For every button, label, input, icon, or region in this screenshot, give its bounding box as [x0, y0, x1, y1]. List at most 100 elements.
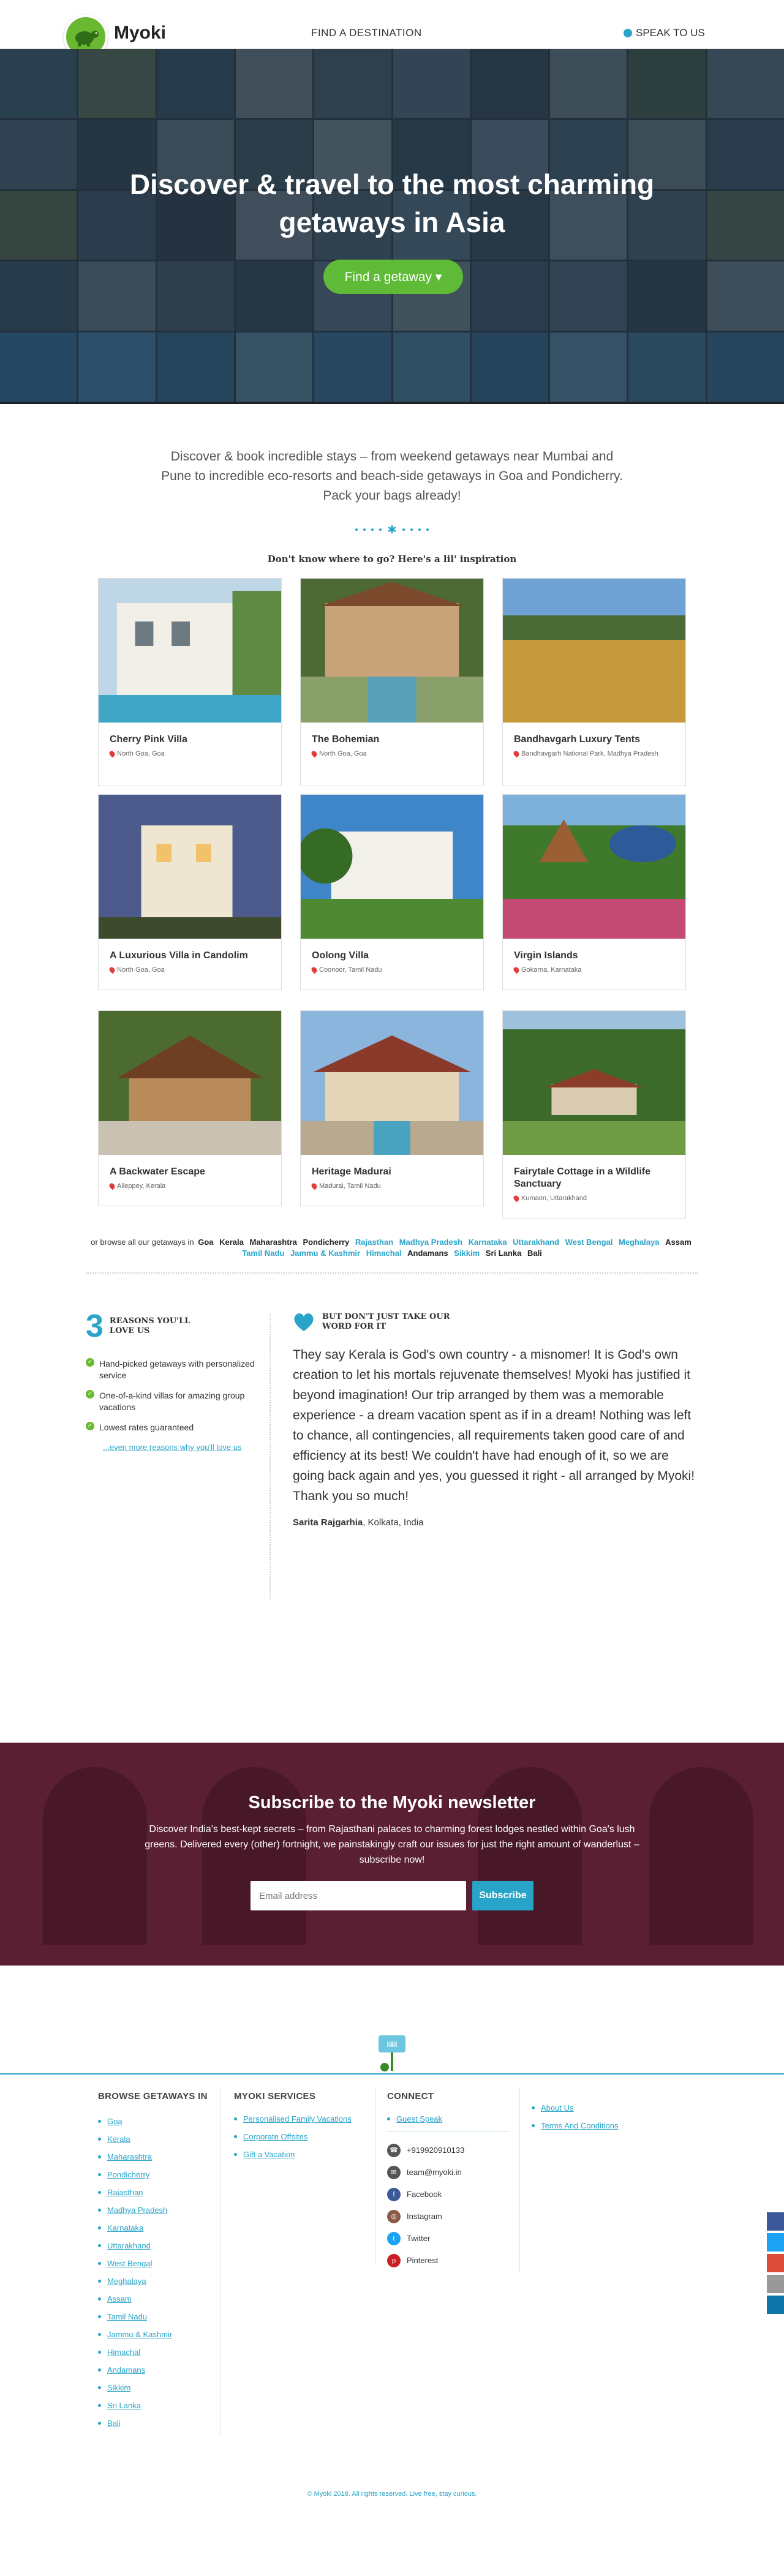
stay-card[interactable]: Heritage Madurai Madurai, Tamil Nadu [300, 1010, 484, 1206]
footer-link[interactable]: Himachal [98, 2343, 208, 2361]
stay-card[interactable]: Fairytale Cottage in a Wildlife Sanctuar… [502, 1010, 686, 1219]
footer-connect-column: CONNECT Guest Speak ☎ +919920910133 ✉ team… [387, 2091, 510, 2272]
stay-location: Gokarna, Karnataka [521, 966, 582, 974]
email-item[interactable]: ✉ team@myoki.in [387, 2161, 510, 2184]
location-pin-icon [310, 749, 318, 758]
linkedin-share-icon[interactable] [767, 2296, 784, 2314]
more-reasons-link[interactable]: ...even more reasons why you'll love us [103, 1442, 257, 1452]
stay-photo [301, 795, 483, 939]
twitter-link[interactable]: t Twitter [387, 2228, 510, 2250]
browse-link-sri-lanka[interactable]: Sri Lanka [486, 1249, 522, 1258]
footer-link[interactable]: Sikkim [98, 2379, 208, 2397]
browse-link-sikkim[interactable]: Sikkim [454, 1249, 480, 1258]
footer-link[interactable]: Bali [98, 2414, 208, 2432]
stays-grid: Cherry Pink Villa North Goa, Goa The Bohe… [98, 578, 686, 1219]
hut-sign-icon: lilil [376, 2033, 410, 2075]
find-getaway-button[interactable]: Find a getaway ▾ [323, 260, 463, 294]
footer-services-title: MYOKI SERVICES [234, 2091, 316, 2101]
browse-link-assam[interactable]: Assam [665, 1237, 692, 1247]
email-field[interactable] [251, 1881, 466, 1910]
browse-link-maharashtra[interactable]: Maharashtra [250, 1237, 297, 1247]
footer-link[interactable]: Personalised Family Vacations [234, 2110, 352, 2128]
check-icon: ✓ [86, 1422, 94, 1430]
footer-link[interactable]: Karnataka [98, 2219, 208, 2237]
location-pin-icon [108, 1182, 116, 1190]
footer-link[interactable]: Pondicherry [98, 2166, 208, 2184]
footer-link[interactable]: Sri Lanka [98, 2397, 208, 2414]
footer-link[interactable]: Jammu & Kashmir [98, 2326, 208, 2343]
stay-card[interactable]: A Luxurious Villa in Candolim North Goa, … [98, 794, 282, 990]
stay-location: Madurai, Tamil Nadu [319, 1182, 381, 1190]
stay-card[interactable]: The Bohemian North Goa, Goa [300, 578, 484, 786]
browse-link-meghalaya[interactable]: Meghalaya [619, 1237, 659, 1247]
browse-link-rajasthan[interactable]: Rajasthan [355, 1237, 393, 1247]
stay-photo [99, 579, 281, 723]
facebook-share-icon[interactable] [767, 2212, 784, 2231]
browse-link-himachal[interactable]: Himachal [366, 1249, 402, 1258]
footer-link[interactable]: Meghalaya [98, 2272, 208, 2290]
footer-link[interactable]: West Bengal [98, 2255, 208, 2272]
browse-link-pondicherry[interactable]: Pondicherry [303, 1237, 349, 1247]
terms-link[interactable]: Terms And Conditions [532, 2117, 618, 2135]
footer-link[interactable]: Madhya Pradesh [98, 2201, 208, 2219]
pinterest-link[interactable]: p Pinterest [387, 2250, 510, 2272]
stay-card[interactable]: Virgin Islands Gokarna, Karnataka [502, 794, 686, 990]
footer-link[interactable]: Maharashtra [98, 2148, 208, 2166]
footer-link[interactable]: Rajasthan [98, 2184, 208, 2201]
speak-to-us-link[interactable]: SPEAK TO US [624, 27, 705, 39]
browse-link-andamans[interactable]: Andamans [407, 1249, 448, 1258]
instagram-icon: ◎ [387, 2210, 401, 2223]
footer-link[interactable]: Uttarakhand [98, 2237, 208, 2255]
stay-card[interactable]: Cherry Pink Villa North Goa, Goa [98, 578, 282, 786]
browse-link-jammu-kashmir[interactable]: Jammu & Kashmir [290, 1249, 360, 1258]
reasons-number: 3 [86, 1309, 104, 1344]
twitter-share-icon[interactable] [767, 2233, 784, 2251]
guest-speak-link[interactable]: Guest Speak [387, 2110, 510, 2128]
footer-browse-column: BROWSE GETAWAYS IN Goa Kerala Maharashtr… [98, 2091, 208, 2432]
google-share-icon[interactable] [767, 2254, 784, 2272]
facebook-link[interactable]: f Facebook [387, 2184, 510, 2206]
find-destination-link[interactable]: FIND A DESTINATION [311, 27, 422, 39]
stay-card[interactable]: Bandhavgarh Luxury Tents Bandhavgarh Nati… [502, 578, 686, 786]
browse-link-goa[interactable]: Goa [198, 1237, 213, 1247]
location-pin-icon [108, 966, 116, 974]
browse-link-west-bengal[interactable]: West Bengal [565, 1237, 613, 1247]
mail-icon: ✉ [387, 2166, 401, 2179]
footer-link[interactable]: Corporate Offsites [234, 2128, 352, 2146]
footer-link[interactable]: Kerala [98, 2130, 208, 2148]
stay-photo [99, 1011, 281, 1155]
stay-name: Oolong Villa [312, 950, 369, 961]
stay-name: The Bohemian [312, 734, 380, 745]
copyright: © Myoki 2018. All rights reserved. Live … [307, 2490, 477, 2498]
footer-link[interactable]: Gift a Vacation [234, 2146, 352, 2163]
stay-location: Kumaon, Uttarakhand [521, 1195, 587, 1202]
location-pin-icon [512, 966, 521, 974]
divider-dots: ✱ [0, 524, 784, 535]
about-link[interactable]: About Us [532, 2099, 618, 2117]
footer-link[interactable]: Andamans [98, 2361, 208, 2379]
browse-link-bali[interactable]: Bali [527, 1249, 542, 1258]
top-bar: Myoki FIND A DESTINATION SPEAK TO US [0, 0, 784, 59]
stay-location: North Goa, Goa [319, 750, 367, 757]
stay-card[interactable]: Oolong Villa Coonoor, Tamil Nadu [300, 794, 484, 990]
stay-card[interactable]: A Backwater Escape Alleppey, Kerala [98, 1010, 282, 1206]
reason-item: ✓ One-of-a-kind villas for amazing group … [86, 1390, 257, 1413]
phone-item[interactable]: ☎ +919920910133 [387, 2139, 510, 2161]
stay-name: Heritage Madurai [312, 1166, 391, 1177]
subscribe-button[interactable]: Subscribe [472, 1881, 533, 1910]
browse-link-kerala[interactable]: Kerala [219, 1237, 244, 1247]
svg-text:lilil: lilil [387, 2040, 398, 2049]
stay-name: Virgin Islands [514, 950, 578, 961]
browse-link-karnataka[interactable]: Karnataka [469, 1237, 507, 1247]
browse-link-madhya-pradesh[interactable]: Madhya Pradesh [399, 1237, 462, 1247]
inspiration-heading: Don't know where to go? Here's a lil' in… [267, 554, 517, 565]
footer-link[interactable]: Tamil Nadu [98, 2308, 208, 2326]
instagram-link[interactable]: ◎ Instagram [387, 2206, 510, 2228]
browse-link-tamil-nadu[interactable]: Tamil Nadu [242, 1249, 284, 1258]
browse-link-uttarakhand[interactable]: Uttarakhand [513, 1237, 559, 1247]
asterisk-icon: ✱ [387, 524, 397, 536]
browse-destinations: or browse all our getaways in Goa Kerala… [91, 1237, 692, 1258]
footer-link[interactable]: Goa [98, 2112, 208, 2130]
footer-link[interactable]: Assam [98, 2290, 208, 2308]
email-share-icon[interactable] [767, 2275, 784, 2293]
